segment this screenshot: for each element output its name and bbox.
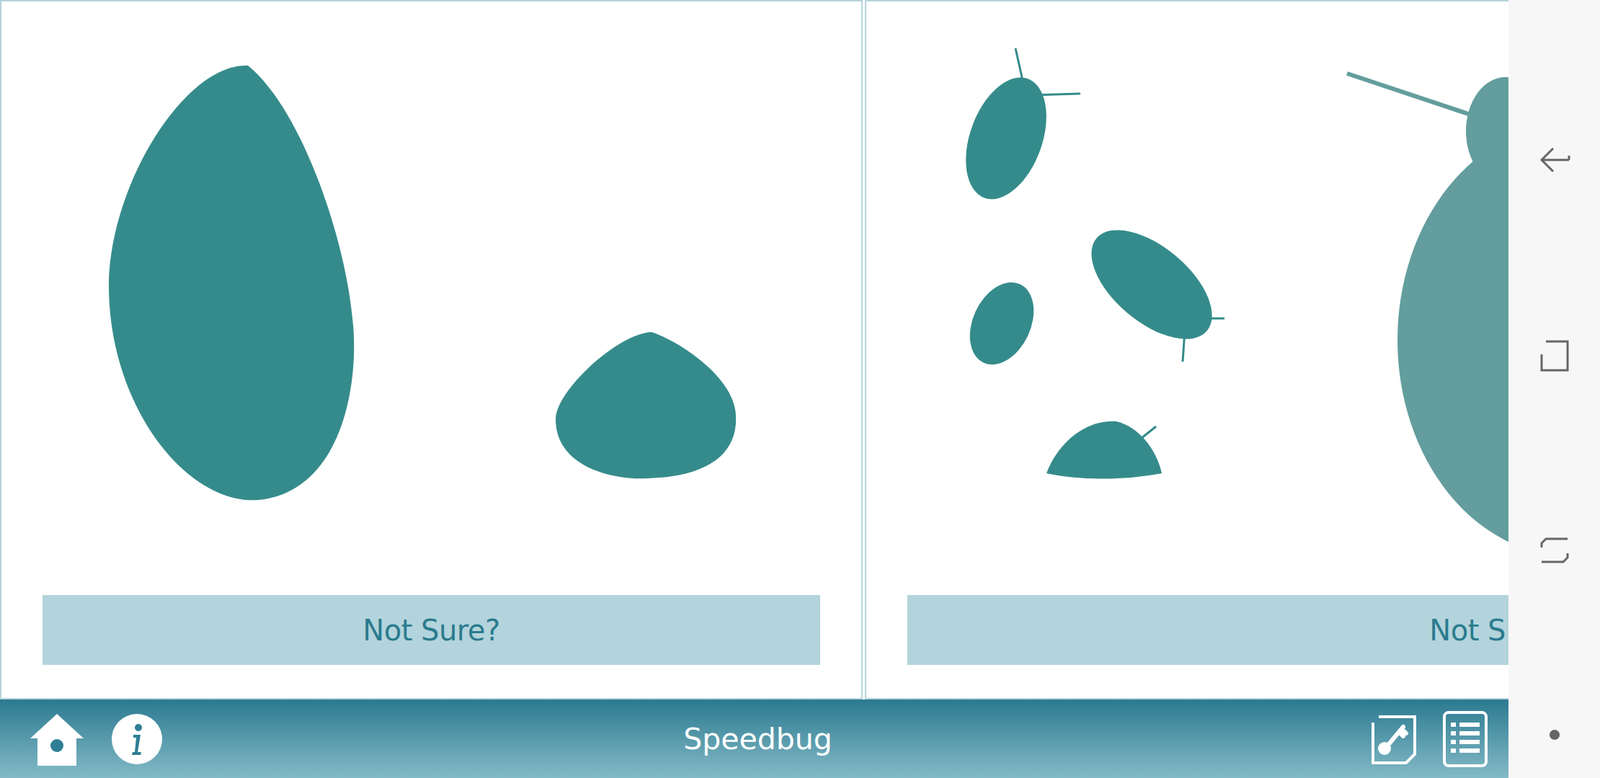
back-arrow-icon	[1538, 144, 1571, 176]
not-sure-button[interactable]: Not S	[907, 595, 1509, 666]
bug-silhouette	[950, 48, 1081, 211]
bug-silhouette	[1046, 421, 1162, 480]
large-bug-silhouette	[1347, 23, 1509, 557]
square-icon	[1538, 338, 1571, 374]
recents-button[interactable]	[1538, 536, 1571, 566]
bug-silhouette	[108, 65, 354, 501]
list-icon	[1442, 710, 1489, 769]
dot-icon	[1547, 727, 1562, 743]
home-icon	[27, 711, 87, 768]
back-button[interactable]	[1538, 144, 1571, 176]
bug-silhouette	[1072, 209, 1231, 362]
navigation-bar	[1508, 0, 1600, 778]
dot-button[interactable]	[1547, 727, 1562, 743]
info-icon	[110, 713, 163, 766]
bug-card[interactable]: Not S	[864, 0, 1509, 700]
home-nav-button[interactable]	[1538, 338, 1571, 374]
key-document-icon	[1370, 714, 1418, 765]
bug-figure	[42, 1, 821, 596]
list-button[interactable]	[1442, 710, 1489, 769]
not-sure-button[interactable]: Not Sure?	[42, 595, 821, 666]
bug-card[interactable]: Not Sure?	[0, 0, 863, 700]
key-button[interactable]	[1370, 714, 1418, 765]
bottom-bar: Speedbug	[0, 699, 1509, 778]
cards-area: Not Sure? Not S	[0, 0, 1509, 700]
app-title: Speedbug	[683, 722, 833, 757]
bug-silhouette	[555, 332, 736, 479]
info-button[interactable]	[110, 713, 163, 766]
bug-silhouette	[957, 272, 1046, 376]
recents-icon	[1538, 536, 1571, 566]
home-button[interactable]	[27, 711, 87, 768]
bug-figure	[907, 1, 1509, 596]
main-area: Not Sure? Not S Speedbug	[0, 0, 1509, 778]
screen: Not Sure? Not S Speedbug	[0, 0, 1600, 778]
